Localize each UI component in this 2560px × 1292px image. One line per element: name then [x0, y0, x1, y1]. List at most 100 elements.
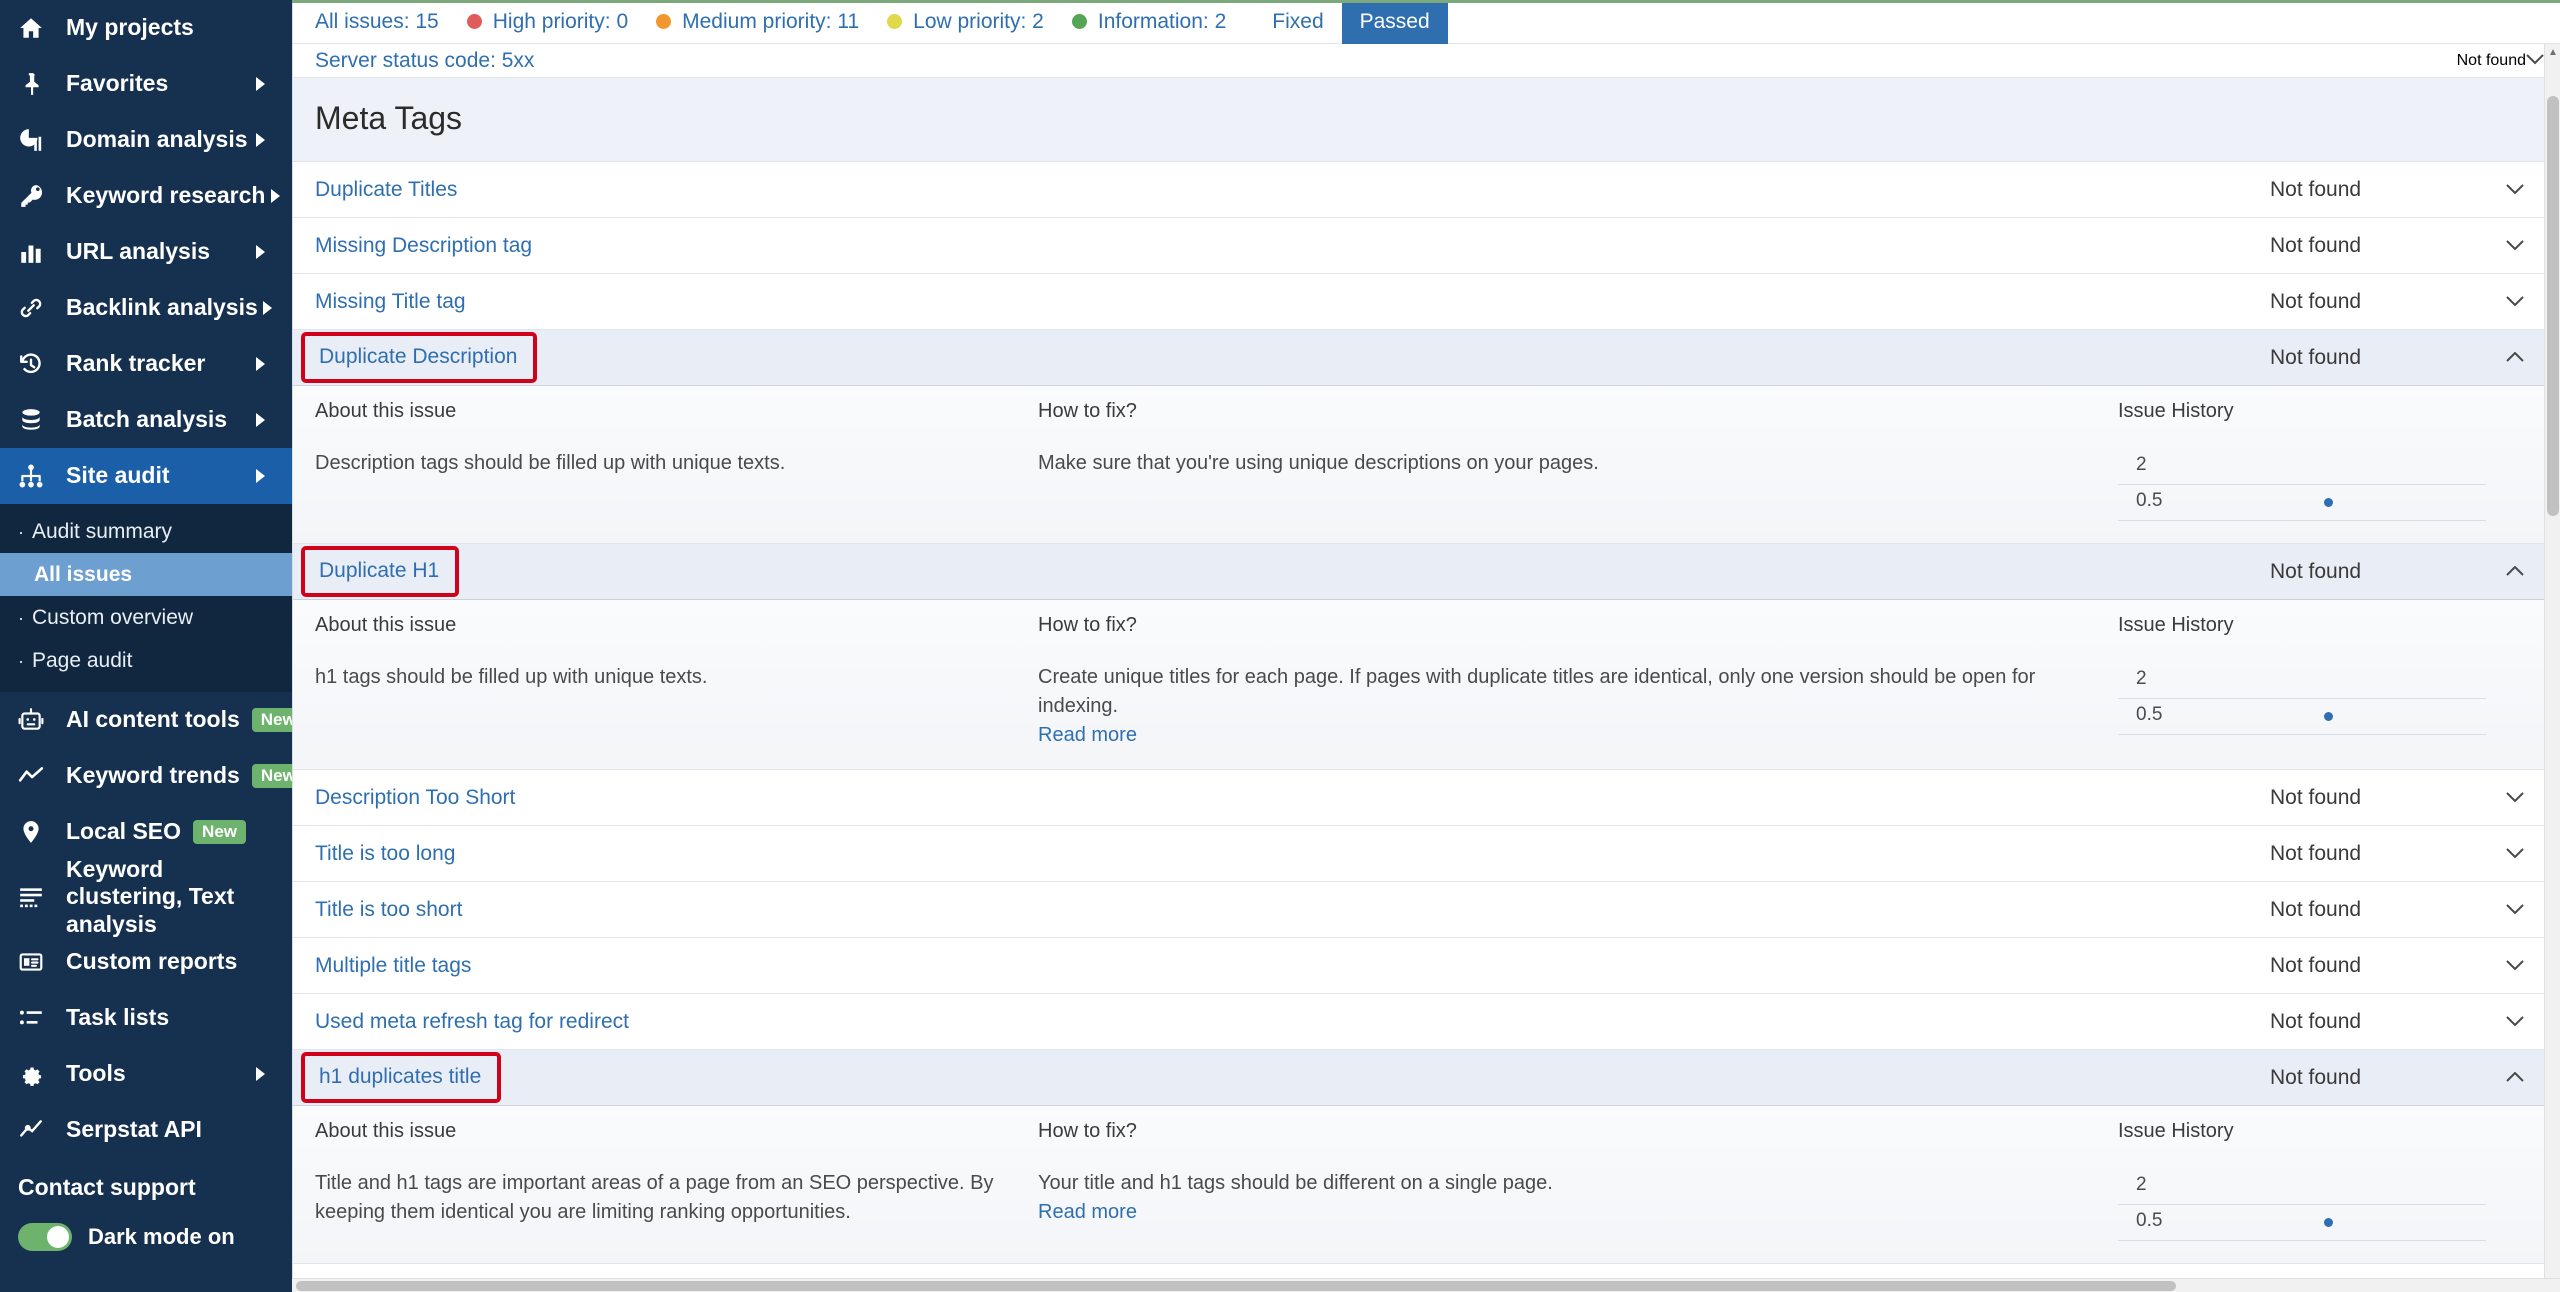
filter-information[interactable]: Information: 2 [1071, 10, 1226, 34]
sidebar-item-keyword-research[interactable]: Keyword research [0, 168, 292, 224]
sidebar-item-custom-reports[interactable]: Custom reports [0, 934, 292, 990]
issue-row-multiple-title-tags[interactable]: Multiple title tags Not found [293, 938, 2544, 994]
chevron-right-icon[interactable] [250, 132, 270, 148]
sidebar-item-batch-analysis[interactable]: Batch analysis [0, 392, 292, 448]
issue-row-partial[interactable]: Server status code: 5xx Not found [293, 44, 2544, 78]
vertical-scroll-thumb[interactable] [2547, 96, 2559, 516]
chevron-right-icon[interactable] [250, 412, 270, 428]
issue-status: Not found [2270, 1009, 2362, 1033]
chevron-down-icon[interactable] [2486, 240, 2544, 251]
issue-row-missing-title-tag[interactable]: Missing Title tag Not found [293, 274, 2544, 330]
horizontal-scrollbar[interactable] [292, 1278, 2560, 1292]
issue-name[interactable]: Missing Title tag [293, 290, 466, 314]
howto-column: How to fix? Your title and h1 tags shoul… [1038, 1120, 2118, 1241]
chevron-up-icon[interactable] [2486, 566, 2544, 577]
horizontal-scroll-thumb[interactable] [296, 1281, 2176, 1291]
scroll-up-arrow[interactable]: ▲ [2545, 44, 2560, 60]
chevron-down-icon[interactable] [2486, 184, 2544, 195]
issue-name[interactable]: Used meta refresh tag for redirect [293, 1010, 629, 1034]
sidebar-item-serpstat-api[interactable]: Serpstat API [0, 1102, 292, 1158]
issue-detail-duplicate-description: About this issue Description tags should… [293, 386, 2544, 544]
filter-label: High priority: 0 [492, 9, 629, 33]
sidebar-subitem-page-audit[interactable]: · Page audit [0, 639, 292, 682]
sidebar-subitem-all-issues[interactable]: · All issues [0, 553, 292, 596]
sidebar-subitem-custom-overview[interactable]: · Custom overview [0, 596, 292, 639]
sidebar-item-domain-analysis[interactable]: Domain analysis [0, 112, 292, 168]
sidebar-item-my-projects[interactable]: My projects [0, 0, 292, 56]
bullet-icon: · [18, 521, 24, 542]
sidebar-subitem-audit-summary[interactable]: · Audit summary [0, 510, 292, 553]
issue-name[interactable]: Duplicate H1 [301, 546, 460, 597]
sidebar-item-favorites[interactable]: Favorites [0, 56, 292, 112]
read-more-link[interactable]: Read more [1038, 724, 2078, 747]
read-more-link[interactable]: Read more [1038, 1201, 2078, 1224]
chevron-up-icon[interactable] [2486, 352, 2544, 363]
chevron-right-icon[interactable] [250, 1066, 270, 1082]
chevron-right-icon[interactable] [250, 356, 270, 372]
issue-row-duplicate-titles[interactable]: Duplicate Titles Not found [293, 162, 2544, 218]
issue-status: Not found [2270, 1065, 2362, 1089]
tab-fixed[interactable]: Fixed [1254, 0, 1341, 44]
tab-passed[interactable]: Passed [1341, 0, 1448, 44]
chevron-right-icon[interactable] [250, 76, 270, 92]
issue-name[interactable]: Missing Description tag [293, 234, 532, 258]
sidebar-item-tools[interactable]: Tools [0, 1046, 292, 1102]
chevron-down-icon[interactable] [2486, 1016, 2544, 1027]
bullet-icon: · [18, 607, 24, 628]
issue-name[interactable]: Server status code: 5xx [315, 49, 534, 73]
sidebar-item-backlink-analysis[interactable]: Backlink analysis [0, 280, 292, 336]
chevron-up-icon[interactable] [2486, 1072, 2544, 1083]
chevron-down-icon[interactable] [2526, 52, 2544, 70]
chevron-down-icon[interactable] [2486, 960, 2544, 971]
sidebar-item-local-seo[interactable]: Local SEO New [0, 804, 292, 860]
issues-scroll-area[interactable]: Server status code: 5xx Not found Meta T… [293, 44, 2544, 1292]
sidebar-item-task-lists[interactable]: Task lists [0, 990, 292, 1046]
dark-mode-row[interactable]: Dark mode on [0, 1215, 292, 1251]
issue-row-duplicate-h1[interactable]: Duplicate H1 Not found [293, 544, 2544, 600]
dark-mode-toggle[interactable] [18, 1223, 72, 1251]
issue-row-used-meta-refresh-tag-for-redirect[interactable]: Used meta refresh tag for redirect Not f… [293, 994, 2544, 1050]
pie-chart-icon [18, 127, 56, 153]
filter-medium-priority[interactable]: Medium priority: 11 [656, 10, 859, 34]
chevron-right-icon[interactable] [250, 244, 270, 260]
issue-row-duplicate-description[interactable]: Duplicate Description Not found [293, 330, 2544, 386]
bullet-icon: · [18, 650, 24, 671]
howto-column: How to fix? Make sure that you're using … [1038, 400, 2118, 521]
chevron-down-icon[interactable] [2486, 792, 2544, 803]
chevron-right-icon[interactable] [250, 468, 270, 484]
chevron-right-icon[interactable] [258, 300, 278, 316]
filter-all-issues[interactable]: All issues: 15 [315, 10, 439, 34]
issue-name[interactable]: Title is too long [293, 842, 455, 866]
issue-row-description-too-short[interactable]: Description Too Short Not found [293, 770, 2544, 826]
issue-name[interactable]: Duplicate Description [301, 332, 538, 383]
sidebar-item-site-audit[interactable]: Site audit [0, 448, 292, 504]
issue-name[interactable]: Description Too Short [293, 786, 515, 810]
issue-row-title-is-too-long[interactable]: Title is too long Not found [293, 826, 2544, 882]
issue-name[interactable]: Title is too short [293, 898, 462, 922]
howto-heading: How to fix? [1038, 614, 1137, 636]
contact-support-link[interactable]: Contact support [0, 1158, 292, 1215]
sidebar-item-keyword-trends[interactable]: Keyword trends New [0, 748, 292, 804]
chevron-down-icon[interactable] [2486, 848, 2544, 859]
issue-status: Not found [2270, 785, 2362, 809]
sidebar-item-label: Tools [66, 1060, 126, 1087]
sidebar-item-ai-content-tools[interactable]: AI content tools New [0, 692, 292, 748]
chevron-down-icon[interactable] [2486, 296, 2544, 307]
issue-row-h1-duplicates-title[interactable]: h1 duplicates title Not found [293, 1050, 2544, 1106]
sidebar-subitem-label: Audit summary [32, 519, 173, 543]
issue-row-missing-description-tag[interactable]: Missing Description tag Not found [293, 218, 2544, 274]
filter-high-priority[interactable]: High priority: 0 [466, 9, 629, 34]
issue-name[interactable]: Duplicate Titles [293, 178, 457, 202]
issue-filter-bar: All issues: 15 High priority: 0 Medium p… [293, 0, 2560, 44]
issue-name[interactable]: Multiple title tags [293, 954, 471, 978]
sidebar-item-keyword-clustering-text-analysis[interactable]: Keyword clustering, Text analysis [0, 856, 292, 937]
chevron-right-icon[interactable] [265, 188, 285, 204]
sidebar-item-rank-tracker[interactable]: Rank tracker [0, 336, 292, 392]
chevron-down-icon[interactable] [2486, 904, 2544, 915]
vertical-scrollbar[interactable]: ▲ ▼ [2544, 44, 2560, 1292]
issue-name[interactable]: h1 duplicates title [301, 1052, 502, 1103]
sidebar-item-url-analysis[interactable]: URL analysis [0, 224, 292, 280]
filter-low-priority[interactable]: Low priority: 2 [887, 10, 1044, 34]
issue-row-title-is-too-short[interactable]: Title is too short Not found [293, 882, 2544, 938]
main-panel: All issues: 15 High priority: 0 Medium p… [292, 0, 2560, 1292]
